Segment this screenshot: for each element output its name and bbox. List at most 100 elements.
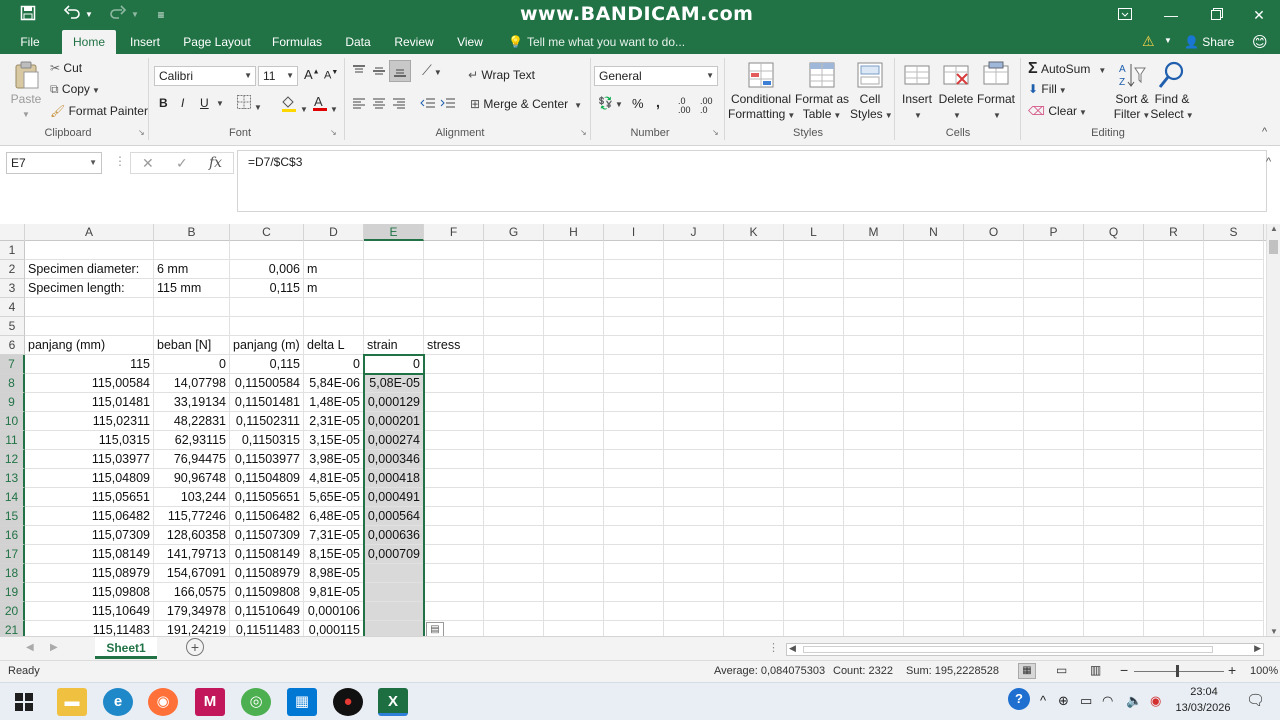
cell-j12[interactable]: [664, 450, 724, 469]
next-sheet-icon[interactable]: ▶: [50, 642, 58, 653]
cell-j6[interactable]: [664, 336, 724, 355]
zoom-in-icon[interactable]: +: [1228, 662, 1236, 678]
cell-b15[interactable]: 115,77246: [154, 507, 230, 526]
restore-icon[interactable]: [1194, 0, 1240, 30]
redo-icon[interactable]: [106, 5, 130, 25]
cut-button[interactable]: ✂ Cut: [50, 61, 82, 75]
cell-k8[interactable]: [724, 374, 784, 393]
cell-m19[interactable]: [844, 583, 904, 602]
cell-g6[interactable]: [484, 336, 544, 355]
cell-s8[interactable]: [1204, 374, 1264, 393]
name-box[interactable]: E7 ▼: [6, 152, 102, 174]
cell-d16[interactable]: 7,31E-05: [304, 526, 364, 545]
cell-p8[interactable]: [1024, 374, 1084, 393]
cell-s9[interactable]: [1204, 393, 1264, 412]
cell-i10[interactable]: [604, 412, 664, 431]
cell-r8[interactable]: [1144, 374, 1204, 393]
cell-m10[interactable]: [844, 412, 904, 431]
cell-g15[interactable]: [484, 507, 544, 526]
cell-s3[interactable]: [1204, 279, 1264, 298]
cell-f1[interactable]: [424, 241, 484, 260]
cell-g18[interactable]: [484, 564, 544, 583]
cell-n20[interactable]: [904, 602, 964, 621]
cell-j10[interactable]: [664, 412, 724, 431]
enter-icon[interactable]: ✓: [176, 155, 188, 172]
cell-l13[interactable]: [784, 469, 844, 488]
cell-f2[interactable]: [424, 260, 484, 279]
wrap-text-button[interactable]: ↵ Wrap Text: [468, 68, 535, 82]
cell-l10[interactable]: [784, 412, 844, 431]
file-explorer-icon[interactable]: ▬: [57, 688, 87, 716]
column-header-m[interactable]: M: [844, 224, 904, 241]
windows-start-icon[interactable]: [9, 688, 39, 716]
clear-button[interactable]: ⌫ Clear ▼: [1028, 104, 1087, 118]
status-count[interactable]: Count: 2322: [833, 665, 893, 677]
cell-m17[interactable]: [844, 545, 904, 564]
cell-m12[interactable]: [844, 450, 904, 469]
cell-a8[interactable]: 115,00584: [25, 374, 154, 393]
cell-i20[interactable]: [604, 602, 664, 621]
cell-e15[interactable]: 0,000564: [364, 507, 424, 526]
cell-o12[interactable]: [964, 450, 1024, 469]
cell-g19[interactable]: [484, 583, 544, 602]
wifi-icon[interactable]: ◠: [1102, 693, 1113, 709]
volume-icon[interactable]: 🔈: [1126, 693, 1142, 709]
cell-q5[interactable]: [1084, 317, 1144, 336]
cell-g10[interactable]: [484, 412, 544, 431]
ribbon-display-icon[interactable]: [1102, 0, 1148, 30]
cell-h20[interactable]: [544, 602, 604, 621]
cell-l14[interactable]: [784, 488, 844, 507]
cell-a4[interactable]: [25, 298, 154, 317]
cell-h19[interactable]: [544, 583, 604, 602]
cell-k1[interactable]: [724, 241, 784, 260]
cell-q17[interactable]: [1084, 545, 1144, 564]
cell-l15[interactable]: [784, 507, 844, 526]
insert-cells-button[interactable]: Insert ▼: [898, 60, 936, 123]
cell-r20[interactable]: [1144, 602, 1204, 621]
cell-b8[interactable]: 14,07798: [154, 374, 230, 393]
cell-n17[interactable]: [904, 545, 964, 564]
cell-j1[interactable]: [664, 241, 724, 260]
notifications-icon[interactable]: 🗨: [1246, 691, 1265, 709]
cell-a6[interactable]: panjang (mm): [25, 336, 154, 355]
vertical-scroll-thumb[interactable]: [1269, 240, 1278, 254]
row-header-14[interactable]: 14: [0, 488, 25, 507]
cell-c10[interactable]: 0,11502311: [230, 412, 304, 431]
cell-s7[interactable]: [1204, 355, 1264, 374]
row-header-9[interactable]: 9: [0, 393, 25, 412]
sheet-tab-sheet1[interactable]: Sheet1: [95, 637, 157, 659]
cell-m2[interactable]: [844, 260, 904, 279]
cell-b7[interactable]: 0: [154, 355, 230, 374]
cell-e11[interactable]: 0,000274: [364, 431, 424, 450]
cell-p7[interactable]: [1024, 355, 1084, 374]
bandicam-tray-icon[interactable]: ◉: [1150, 693, 1161, 709]
cell-m11[interactable]: [844, 431, 904, 450]
warning-dropdown-icon[interactable]: ▼: [1164, 36, 1172, 45]
cell-s17[interactable]: [1204, 545, 1264, 564]
cell-i12[interactable]: [604, 450, 664, 469]
cell-h21[interactable]: [544, 621, 604, 636]
increase-indent-button[interactable]: [440, 96, 456, 113]
cell-o15[interactable]: [964, 507, 1024, 526]
cell-b10[interactable]: 48,22831: [154, 412, 230, 431]
quick-analysis-icon[interactable]: ▤: [426, 622, 444, 636]
autosum-button[interactable]: Σ AutoSum ▼: [1028, 60, 1106, 78]
tab-data[interactable]: Data: [340, 30, 376, 54]
column-header-i[interactable]: I: [604, 224, 664, 241]
cell-l5[interactable]: [784, 317, 844, 336]
save-icon[interactable]: [18, 5, 38, 25]
cell-a2[interactable]: Specimen diameter:: [25, 260, 154, 279]
cell-f18[interactable]: [424, 564, 484, 583]
row-header-1[interactable]: 1: [0, 241, 25, 260]
cell-f3[interactable]: [424, 279, 484, 298]
worksheet-grid[interactable]: ABCDEFGHIJKLMNOPQRS 1 2 3 4 5 6 7 8 9 10 11 12 13 14 1…: [0, 224, 1266, 636]
cell-styles-button[interactable]: Cell Styles ▼: [850, 60, 893, 123]
cell-q12[interactable]: [1084, 450, 1144, 469]
conditional-formatting-button[interactable]: Conditional Formatting ▼: [728, 60, 795, 123]
cell-f19[interactable]: [424, 583, 484, 602]
cell-b1[interactable]: [154, 241, 230, 260]
cell-h18[interactable]: [544, 564, 604, 583]
tray-overflow-icon[interactable]: ^: [1040, 693, 1046, 708]
cell-d21[interactable]: 0,000115: [304, 621, 364, 636]
cell-b18[interactable]: 154,67091: [154, 564, 230, 583]
